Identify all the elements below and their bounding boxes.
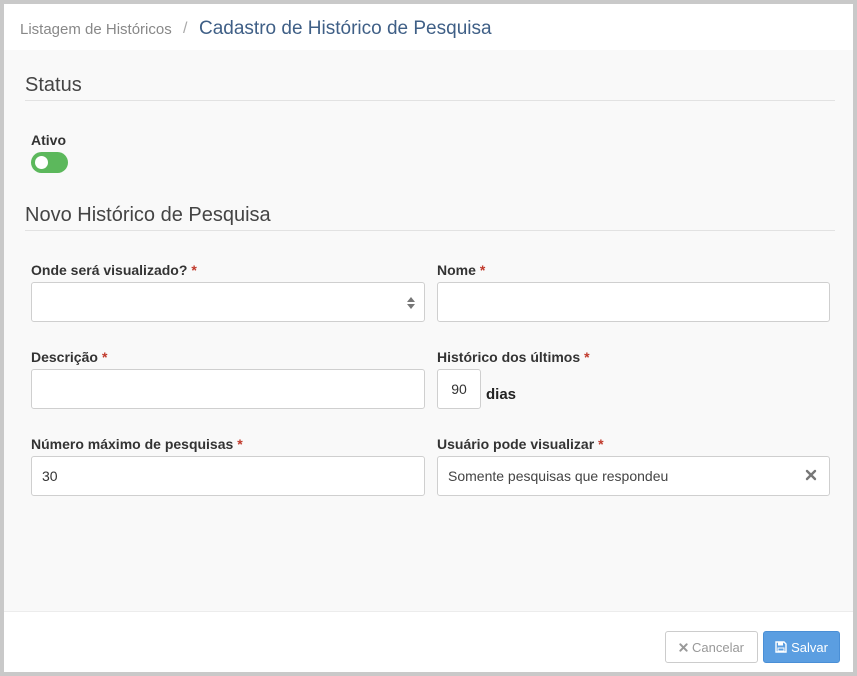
modal-window: Listagem de Históricos / Cadastro de His… — [4, 4, 853, 672]
required-marker: * — [101, 349, 108, 365]
days-unit-label: dias — [486, 386, 517, 403]
cancel-button[interactable]: Cancelar — [665, 631, 758, 663]
required-marker: * — [598, 436, 604, 452]
section-divider — [25, 230, 835, 231]
floppy-disk-icon — [775, 641, 787, 653]
active-label: Ativo — [31, 132, 66, 148]
required-marker: * — [237, 436, 243, 452]
required-marker: * — [191, 262, 197, 278]
historico-label-text: Histórico dos últimos — [437, 349, 581, 365]
section-title-form: Novo Histórico de Pesquisa — [25, 204, 271, 226]
sort-arrows-icon — [407, 297, 415, 309]
visualizado-label: Onde será visualizado? * — [31, 262, 197, 278]
usuario-visualizar-select[interactable]: Somente pesquisas que respondeu — [437, 456, 830, 496]
max-pesquisas-label-text: Número máximo de pesquisas — [31, 436, 234, 452]
clear-selection-icon[interactable] — [805, 469, 817, 481]
breadcrumb: Listagem de Históricos / Cadastro de His… — [4, 4, 853, 50]
cancel-button-label: Cancelar — [691, 639, 745, 655]
usuario-visualizar-value: Somente pesquisas que respondeu — [448, 468, 669, 484]
section-divider — [25, 100, 835, 101]
save-button[interactable]: Salvar — [763, 631, 840, 663]
max-pesquisas-input[interactable] — [31, 456, 425, 496]
required-marker: * — [584, 349, 590, 365]
usuario-visualizar-label: Usuário pode visualizar * — [437, 436, 604, 452]
required-marker: * — [479, 262, 486, 278]
descricao-input[interactable] — [31, 369, 425, 409]
max-pesquisas-label: Número máximo de pesquisas * — [31, 436, 243, 452]
historico-days-input[interactable] — [437, 369, 481, 409]
visualizado-label-text: Onde será visualizado? — [31, 262, 188, 278]
modal-footer: Cancelar Salvar — [4, 611, 853, 672]
active-toggle[interactable] — [31, 152, 68, 173]
breadcrumb-separator: / — [183, 20, 188, 37]
visualizado-select[interactable] — [31, 282, 425, 322]
usuario-visualizar-label-text: Usuário pode visualizar — [437, 436, 595, 452]
descricao-label: Descrição * — [31, 349, 107, 365]
times-icon — [679, 642, 688, 652]
breadcrumb-link-listagem[interactable]: Listagem de Históricos — [20, 21, 172, 38]
nome-label-text: Nome — [437, 262, 476, 278]
nome-label: Nome * — [437, 262, 485, 278]
toggle-knob — [35, 156, 48, 169]
page-title: Cadastro de Histórico de Pesquisa — [199, 18, 492, 39]
save-button-label: Salvar — [791, 639, 828, 655]
descricao-label-text: Descrição — [31, 349, 98, 365]
section-title-status: Status — [25, 74, 82, 96]
historico-label: Histórico dos últimos * — [437, 349, 590, 365]
nome-input[interactable] — [437, 282, 830, 322]
